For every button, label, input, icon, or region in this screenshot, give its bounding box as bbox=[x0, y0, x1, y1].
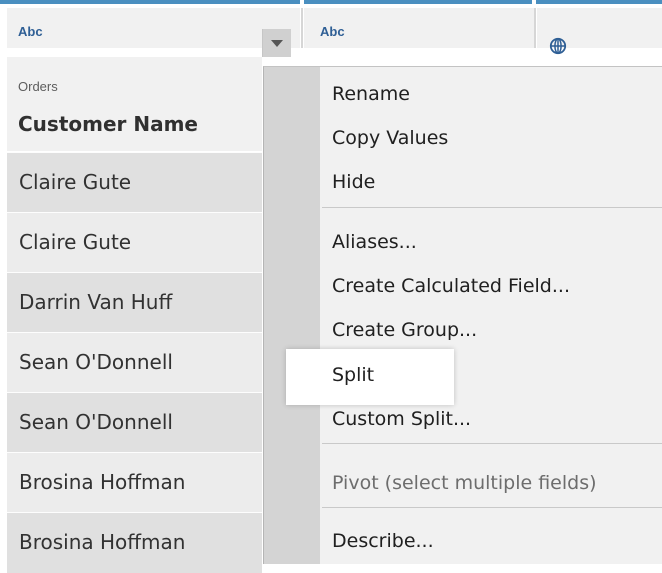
menu-item-custom-split[interactable]: Custom Split... bbox=[332, 408, 471, 430]
accent-segment bbox=[0, 0, 300, 4]
menu-item-create-group[interactable]: Create Group... bbox=[332, 319, 477, 341]
string-type-icon[interactable]: Abc bbox=[320, 24, 345, 39]
menu-item-rename[interactable]: Rename bbox=[332, 83, 410, 105]
menu-item-hide[interactable]: Hide bbox=[332, 171, 375, 193]
string-type-icon[interactable]: Abc bbox=[18, 24, 43, 39]
menu-item-describe[interactable]: Describe... bbox=[332, 530, 434, 552]
cell-value: Sean O'Donnell bbox=[19, 350, 173, 374]
chevron-down-icon bbox=[271, 40, 283, 47]
menu-item-copy-values[interactable]: Copy Values bbox=[332, 127, 448, 149]
menu-item-split[interactable]: Split bbox=[332, 364, 374, 386]
cell-value: Brosina Hoffman bbox=[19, 470, 186, 494]
table-row[interactable]: Sean O'Donnell bbox=[7, 332, 262, 393]
column-dropdown-button[interactable] bbox=[262, 29, 291, 57]
field-source-label: Orders bbox=[18, 79, 58, 94]
cell-value: Sean O'Donnell bbox=[19, 410, 173, 434]
table-row[interactable]: Claire Gute bbox=[7, 152, 262, 213]
column-header-2[interactable]: Abc bbox=[304, 8, 534, 48]
menu-item-pivot: Pivot (select multiple fields) bbox=[332, 472, 597, 494]
cell-value: Brosina Hoffman bbox=[19, 530, 186, 554]
accent-segment bbox=[304, 0, 532, 4]
table-row[interactable]: Brosina Hoffman bbox=[7, 452, 262, 513]
menu-item-aliases[interactable]: Aliases... bbox=[332, 231, 417, 253]
table-row[interactable]: Darrin Van Huff bbox=[7, 272, 262, 333]
menu-separator bbox=[322, 507, 662, 508]
menu-separator bbox=[322, 443, 662, 444]
menu-item-create-calculated-field[interactable]: Create Calculated Field... bbox=[332, 275, 570, 297]
column-header-customer-name[interactable]: Abc bbox=[7, 8, 300, 48]
field-name-label[interactable]: Customer Name bbox=[18, 112, 198, 136]
table-row[interactable]: Sean O'Donnell bbox=[7, 392, 262, 453]
cell-value: Claire Gute bbox=[19, 170, 132, 194]
menu-icon-gutter bbox=[264, 67, 320, 564]
column-header-accent-bar bbox=[0, 0, 662, 8]
table-row[interactable]: Claire Gute bbox=[7, 212, 262, 273]
column-divider[interactable] bbox=[534, 8, 536, 48]
menu-separator bbox=[322, 207, 662, 208]
accent-segment bbox=[536, 0, 662, 4]
table-row[interactable]: Brosina Hoffman bbox=[7, 512, 262, 573]
cell-value: Claire Gute bbox=[19, 230, 132, 254]
globe-icon[interactable] bbox=[549, 37, 567, 55]
cell-value: Darrin Van Huff bbox=[19, 290, 173, 314]
field-header[interactable] bbox=[7, 57, 262, 151]
context-menu: Rename Copy Values Hide Aliases... Creat… bbox=[263, 66, 662, 564]
column-divider[interactable] bbox=[301, 8, 303, 48]
